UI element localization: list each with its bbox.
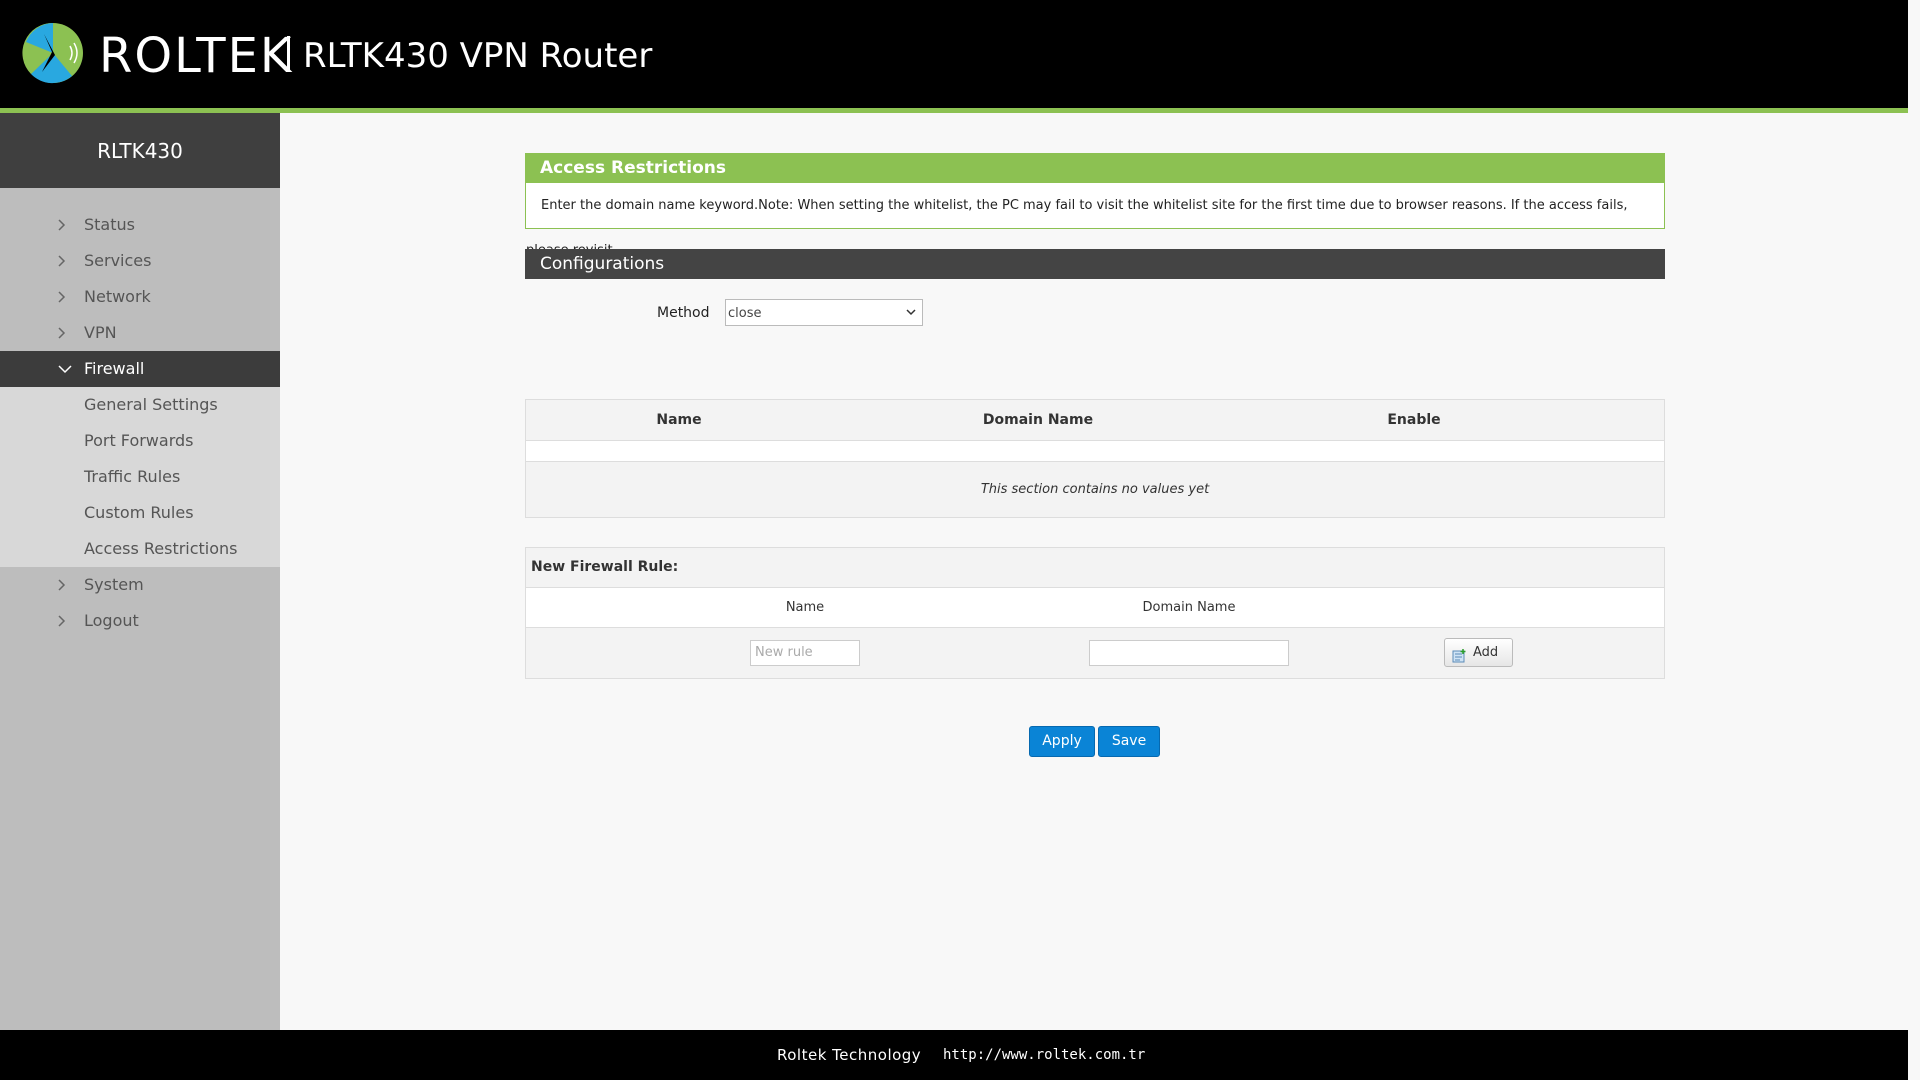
- new-rule-table: New Firewall Rule: Name Domain Name New …: [525, 547, 1665, 679]
- config-section-title: Configurations: [525, 249, 1665, 279]
- restrictions-table: Name Domain Name Enable This section con…: [525, 399, 1665, 518]
- subitem-custom-rules[interactable]: Custom Rules: [0, 495, 280, 531]
- table-divider: [526, 440, 1664, 462]
- sidebar: RLTK430 Status Services Network VPN Fire…: [0, 113, 280, 1030]
- sidebar-item-firewall[interactable]: Firewall: [0, 351, 280, 387]
- sidebar-item-logout[interactable]: Logout: [0, 603, 280, 639]
- new-rule-name-input[interactable]: New rule: [750, 640, 860, 666]
- subitem-access-restrictions[interactable]: Access Restrictions: [0, 531, 280, 567]
- footer: Roltek Technology http://www.roltek.com.…: [0, 1030, 1908, 1080]
- notice-title: Access Restrictions: [525, 153, 1665, 183]
- product-title: RLTK430 VPN Router: [303, 36, 653, 76]
- method-label: Method: [657, 305, 710, 321]
- header-divider: [287, 36, 290, 72]
- chevron-right-icon: [58, 279, 72, 315]
- sidebar-item-label: Firewall: [84, 359, 145, 378]
- sidebar-item-label: Services: [84, 251, 152, 270]
- sidebar-item-label: Logout: [84, 611, 139, 630]
- subitem-port-forwards[interactable]: Port Forwards: [0, 423, 280, 459]
- footer-company: Roltek Technology: [777, 1046, 922, 1064]
- sidebar-item-label: VPN: [84, 323, 117, 342]
- chevron-right-icon: [58, 603, 72, 639]
- footer-url-link[interactable]: http://www.roltek.com.tr: [943, 1030, 1145, 1080]
- sidebar-item-status[interactable]: Status: [0, 207, 280, 243]
- firewall-submenu: General Settings Port Forwards Traffic R…: [0, 387, 280, 567]
- dropdown-arrow-icon: [906, 300, 916, 327]
- notice-title-text: Access Restrictions: [540, 158, 727, 178]
- chevron-right-icon: [58, 315, 72, 351]
- method-select[interactable]: close: [725, 299, 923, 326]
- chevron-right-icon: [58, 243, 72, 279]
- table-header-row: Name Domain Name Enable: [526, 400, 1664, 440]
- subitem-traffic-rules[interactable]: Traffic Rules: [0, 459, 280, 495]
- new-rule-input-row: New rule Add: [526, 628, 1664, 678]
- sidebar-item-label: Network: [84, 287, 151, 306]
- col-name-header: Name: [656, 412, 702, 428]
- empty-table-message: This section contains no values yet: [980, 482, 1210, 497]
- new-rule-header-row: Name Domain Name: [526, 588, 1664, 628]
- sidebar-item-label: Status: [84, 215, 135, 234]
- brand-name: ROLTEK: [99, 28, 294, 84]
- sidebar-item-system[interactable]: System: [0, 567, 280, 603]
- notice-body: Enter the domain name keyword.Note: When…: [525, 183, 1665, 258]
- roltek-logo-icon: [22, 22, 84, 84]
- col-domain-header: Domain Name: [982, 412, 1094, 428]
- apply-button[interactable]: Apply: [1029, 726, 1095, 757]
- chevron-right-icon: [58, 207, 72, 243]
- main-content: Access Restrictions Enter the domain nam…: [280, 113, 1908, 1030]
- subitem-general-settings[interactable]: General Settings: [0, 387, 280, 423]
- add-button-label: Add: [1473, 645, 1499, 660]
- new-rule-name-header: Name: [785, 600, 825, 615]
- add-icon: [1452, 646, 1466, 673]
- new-rule-domain-input[interactable]: [1089, 640, 1289, 666]
- chevron-right-icon: [58, 567, 72, 603]
- sidebar-item-label: System: [84, 575, 144, 594]
- sidebar-item-network[interactable]: Network: [0, 279, 280, 315]
- top-header: ROLTEK RLTK430 VPN Router: [0, 0, 1908, 108]
- sidebar-item-services[interactable]: Services: [0, 243, 280, 279]
- config-title-text: Configurations: [540, 254, 665, 274]
- col-enable-header: Enable: [1387, 412, 1441, 428]
- chevron-down-icon: [58, 351, 72, 387]
- method-value: close: [728, 306, 762, 321]
- add-rule-button[interactable]: Add: [1444, 638, 1513, 667]
- new-rule-title: New Firewall Rule:: [526, 548, 1664, 588]
- new-rule-domain-header: Domain Name: [1142, 600, 1236, 615]
- sidebar-item-vpn[interactable]: VPN: [0, 315, 280, 351]
- save-button[interactable]: Save: [1098, 726, 1160, 757]
- sidebar-nav: Status Services Network VPN Firewall Gen…: [0, 188, 280, 639]
- sidebar-device-name: RLTK430: [0, 113, 280, 188]
